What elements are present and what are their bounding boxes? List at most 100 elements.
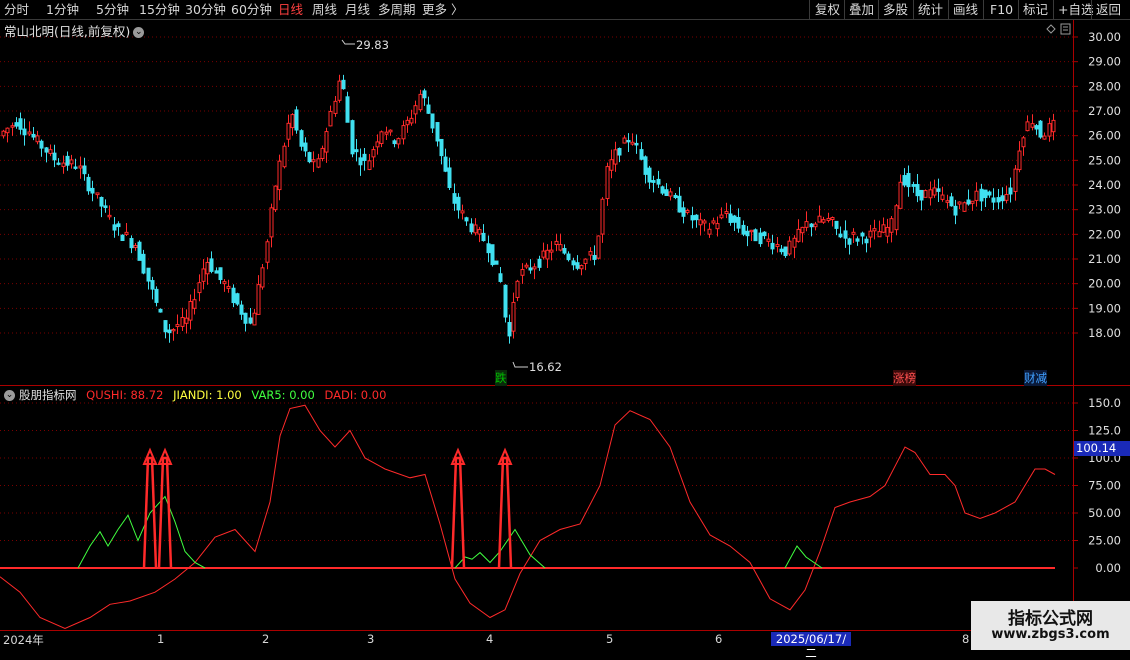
candle-body [379, 131, 384, 145]
candle-body [273, 185, 278, 211]
chevron-down-icon[interactable]: ⌄ [4, 390, 15, 401]
candle-body [129, 238, 134, 249]
candle-body [252, 312, 257, 326]
candle-body [677, 195, 682, 213]
candle-body [73, 166, 78, 169]
candle-body [643, 156, 648, 175]
candle-body [95, 192, 100, 196]
candle-body [1051, 119, 1056, 133]
candle-body [469, 223, 474, 233]
indicator-tick: 0.00 [1095, 561, 1121, 575]
candle-body [724, 211, 729, 215]
candle-body [226, 285, 231, 289]
candle-body [167, 329, 172, 334]
candle-body [401, 125, 406, 140]
candle-body [286, 122, 291, 140]
candle-body [392, 140, 397, 145]
candle-body [779, 248, 784, 253]
candle-body [957, 201, 962, 205]
candle-body [52, 152, 57, 161]
candle-body [749, 229, 754, 233]
candle-body [537, 258, 542, 268]
candle-body [439, 138, 444, 157]
candle-body [209, 258, 214, 272]
candle-body [864, 238, 869, 244]
price-tick: 27.00 [1088, 104, 1121, 118]
candle-body [753, 229, 758, 242]
qushi-value: QUSHI: 88.72 [86, 388, 164, 402]
candle-body [1034, 125, 1039, 130]
candle-body [877, 231, 882, 238]
price-y-axis: 30.00 29.00 28.00 27.00 26.00 25.00 24.00 23.00… [1073, 30, 1121, 340]
candle-body [1008, 187, 1013, 195]
candle-body [860, 232, 865, 237]
candle-body [367, 160, 372, 170]
candle-body [154, 288, 159, 303]
candle-body [328, 111, 333, 127]
indicator-y-axis: 150.0125.0100.075.0050.0025.000.00 [1073, 396, 1121, 575]
candle-body [1021, 137, 1026, 148]
candle-body [137, 241, 142, 261]
candle-body [277, 160, 282, 191]
candle-body [1013, 168, 1018, 192]
candle-body [375, 141, 380, 148]
price-tick: 30.00 [1088, 30, 1121, 44]
candle-body [817, 215, 822, 223]
candle-body [490, 244, 495, 266]
candle-body [112, 224, 117, 231]
candle-body [388, 129, 393, 133]
candle-body [919, 189, 924, 201]
cursor-date: 2025/06/17/二 [771, 632, 851, 660]
candle-body [758, 232, 763, 245]
candle-body [762, 231, 767, 237]
candle-body [90, 187, 95, 194]
candle-body [44, 147, 49, 153]
jiandi-value: JIANDI: 1.00 [173, 388, 242, 402]
candle-body [783, 246, 788, 257]
candle-body [600, 198, 605, 235]
candle-body [579, 265, 584, 270]
indicator-header: ⌄ 股朋指标网 QUSHI: 88.72 JIANDI: 1.00 VAR5: 0… [4, 387, 392, 403]
candle-body [834, 220, 839, 229]
high-label: 29.83 [356, 38, 389, 52]
dadi-value: DADI: 0.00 [324, 388, 387, 402]
candle-body [324, 131, 329, 153]
candle-body [418, 93, 423, 111]
candle-body [745, 230, 750, 237]
tag-gain-list: 涨榜 [893, 370, 916, 386]
candle-body [707, 228, 712, 235]
candle-body [205, 261, 210, 275]
candle-body [1047, 123, 1052, 137]
candle-body [528, 267, 533, 271]
candle-body [940, 194, 945, 200]
candle-body [124, 231, 129, 235]
candle-body [99, 196, 104, 207]
candle-body [524, 264, 529, 268]
price-tick: 23.00 [1088, 203, 1121, 217]
indicator-tick: 150.0 [1088, 396, 1121, 410]
candle-body [503, 284, 508, 318]
candle-body [120, 234, 125, 242]
stock-title: 常山北明(日线,前复权) [4, 24, 131, 39]
chevron-down-icon[interactable]: ⌄ [133, 27, 145, 38]
candle-body [685, 210, 690, 213]
diamond-icon [1046, 24, 1056, 34]
candle-body [409, 117, 414, 124]
candle-body [214, 270, 219, 274]
indicator-tick: 50.00 [1088, 506, 1121, 520]
price-tick: 26.00 [1088, 129, 1121, 143]
qushi-line [0, 404, 1056, 630]
candle-body [809, 223, 814, 228]
candle-body [622, 137, 627, 144]
candle-body [481, 232, 486, 242]
stock-chart[interactable]: 30.0029.0028.0027.0026.0025.0024.0023.00… [0, 0, 1130, 650]
candle-body [732, 215, 737, 223]
candle-body [571, 260, 576, 266]
x-label-may: 5 [606, 632, 614, 646]
price-tick: 28.00 [1088, 79, 1121, 93]
candle-body [520, 269, 525, 276]
candle-body [617, 148, 622, 156]
candle-body [970, 200, 975, 204]
candle-body [796, 228, 801, 242]
candle-body [711, 220, 716, 224]
